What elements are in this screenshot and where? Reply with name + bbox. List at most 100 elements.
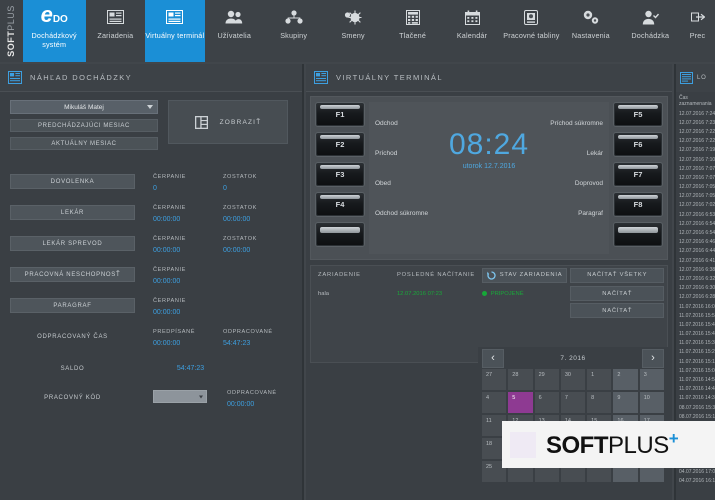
log-list-item[interactable]: 11.07.2016 16:02 — [676, 302, 715, 311]
calendar-day[interactable]: 4 — [482, 392, 506, 413]
calendar-day[interactable]: 10 — [640, 392, 664, 413]
read-all-button[interactable]: NAČÍTAŤ VŠETKY — [570, 268, 664, 283]
log-list-item[interactable]: 12.07.2016 6:28 — [676, 293, 715, 302]
log-list-item[interactable]: 12.07.2016 7:22 — [676, 127, 715, 136]
doctor-button[interactable]: LEKÁR — [10, 205, 135, 220]
calendar-day[interactable]: 5 — [508, 392, 532, 413]
log-list-item[interactable]: 12.07.2016 6:38 — [676, 265, 715, 274]
log-list-item[interactable]: 12.07.2016 6:30 — [676, 284, 715, 293]
calendar-day[interactable]: 7 — [561, 392, 585, 413]
log-list-item[interactable]: 11.07.2016 15:44 — [676, 320, 715, 329]
fkey-f3[interactable]: F3 — [315, 162, 365, 187]
nav-item-groups[interactable]: Skupiny — [264, 0, 323, 62]
calendar-day[interactable]: 2 — [613, 369, 637, 390]
log-list-item[interactable]: 12.07.2016 6:54 — [676, 219, 715, 228]
log-list-item[interactable]: 12.07.2016 6:54 — [676, 228, 715, 237]
fkey-blank-left[interactable] — [315, 222, 365, 247]
nav-item-devices[interactable]: Zariadenia — [86, 0, 145, 62]
log-list-item[interactable]: 11.07.2016 15:30 — [676, 339, 715, 348]
log-list-item[interactable]: 11.07.2016 14:32 — [676, 394, 715, 403]
log-list-item[interactable]: 12.07.2016 7:24 — [676, 109, 715, 118]
log-list-item[interactable]: 11.07.2016 15:41 — [676, 330, 715, 339]
vacation-button[interactable]: DOVOLENKA — [10, 174, 135, 189]
nav-item-virtual-terminal[interactable]: Virtuálny terminál — [145, 0, 204, 62]
nav-item-worksheets[interactable]: Pracovné tabliny — [502, 0, 561, 62]
doctor-escort-button[interactable]: LEKÁR SPREVOD — [10, 236, 135, 251]
nav-item-shifts[interactable]: Smeny — [323, 0, 382, 62]
log-list-item[interactable]: 12.07.2016 6:32 — [676, 274, 715, 283]
nav-item-attendance[interactable]: Dochádzka — [621, 0, 680, 62]
workcode-select[interactable] — [153, 390, 207, 403]
read-button-1[interactable]: NAČÍTAŤ — [570, 286, 664, 301]
fkey-f5[interactable]: F5 — [613, 102, 663, 127]
terminal-label-f3: Obed — [369, 168, 477, 198]
stat-row-worktime: ODPRACOVANÝ ČAS PREDPÍSANÉ 00:00:00 ODPR… — [10, 329, 292, 347]
calendar-day[interactable]: 9 — [613, 392, 637, 413]
log-list-item[interactable]: 11.07.2016 15:11 — [676, 357, 715, 366]
nav-item-print[interactable]: Tlačené — [383, 0, 442, 62]
log-list-item[interactable]: 04.07.2016 16:13 — [676, 477, 715, 486]
log-list-item[interactable]: 12.07.2016 6:53 — [676, 210, 715, 219]
worksheet-icon — [524, 6, 538, 28]
calendar-day[interactable]: 30 — [561, 369, 585, 390]
sick-leave-button[interactable]: PRACOVNÁ NESCHOPNOSŤ — [10, 267, 135, 282]
fkey-f2[interactable]: F2 — [315, 132, 365, 157]
log-list-item[interactable]: 12.07.2016 7:05 — [676, 192, 715, 201]
worktime-prescribed: PREDPÍSANÉ 00:00:00 — [153, 329, 223, 347]
nav-item-export[interactable]: Prec — [680, 0, 715, 62]
current-month-button[interactable]: AKTUÁLNY MESIAC — [10, 137, 158, 150]
prev-month-button[interactable]: PREDCHÁDZAJÚCI MESIAC — [10, 119, 158, 132]
fkey-f8[interactable]: F8 — [613, 192, 663, 217]
nav-item-settings[interactable]: Nastavenia — [561, 0, 620, 62]
log-list-item[interactable]: 11.07.2016 14:41 — [676, 385, 715, 394]
log-list-item[interactable]: 08.07.2016 15:36 — [676, 403, 715, 412]
calendar-day[interactable]: 6 — [535, 392, 559, 413]
log-list-item[interactable]: 12.07.2016 7:02 — [676, 201, 715, 210]
calendar-next-button[interactable]: › — [642, 349, 664, 368]
log-list-item[interactable]: 11.07.2016 14:54 — [676, 375, 715, 384]
fkey-blank-right[interactable] — [613, 222, 663, 247]
calendar-day[interactable]: 28 — [508, 369, 532, 390]
stat-row-sick-leave: PRACOVNÁ NESCHOPNOSŤ ČERPANIE 00:00:00 — [10, 267, 292, 285]
log-list-item[interactable]: 04.07.2016 17:02 — [676, 467, 715, 476]
device-status-button[interactable]: STAV ZARIADENIA — [482, 268, 568, 283]
show-button[interactable]: ZOBRAZIŤ — [168, 100, 288, 144]
log-list-item[interactable]: 12.07.2016 6:44 — [676, 247, 715, 256]
log-list-item[interactable]: 12.07.2016 6:46 — [676, 238, 715, 247]
log-list-item[interactable]: 12.07.2016 7:19 — [676, 146, 715, 155]
log-column-header: Čas zaznamenania — [676, 92, 715, 109]
vacation-rest: ZOSTATOK 0 — [223, 174, 293, 192]
log-list-item[interactable]: 12.07.2016 7:05 — [676, 183, 715, 192]
users-icon — [225, 6, 244, 28]
filter-controls: Mikuláš Matej PREDCHÁDZAJÚCI MESIAC AKTU… — [10, 100, 158, 150]
calendar-prev-button[interactable]: ‹ — [482, 349, 504, 368]
log-list-item[interactable]: 12.07.2016 6:41 — [676, 256, 715, 265]
log-list-item[interactable]: 12.07.2016 7:22 — [676, 137, 715, 146]
log-list-item[interactable]: 11.07.2016 15:58 — [676, 311, 715, 320]
user-select[interactable]: Mikuláš Matej — [10, 100, 158, 114]
log-list-item[interactable]: 12.07.2016 7:07 — [676, 173, 715, 182]
log-list-item[interactable]: 12.07.2016 7:10 — [676, 155, 715, 164]
paragraph-button[interactable]: PARAGRAF — [10, 298, 135, 313]
calendar-day[interactable]: 29 — [535, 369, 559, 390]
nav-item-attendance-system[interactable]: eDO Dochádzkový systém — [23, 0, 86, 62]
log-list-item[interactable]: 12.07.2016 7:07 — [676, 164, 715, 173]
calendar-day[interactable]: 8 — [587, 392, 611, 413]
attendance-preview-panel: NÁHĽAD DOCHÁDZKY Mikuláš Matej PREDCHÁDZ… — [0, 64, 304, 500]
fkey-f6[interactable]: F6 — [613, 132, 663, 157]
fkey-f4[interactable]: F4 — [315, 192, 365, 217]
saldo-row: SALDO 54:47:23 — [10, 361, 292, 376]
nav-item-users[interactable]: Užívatelia — [205, 0, 264, 62]
log-list-item[interactable]: 11.07.2016 15:22 — [676, 348, 715, 357]
log-list-item[interactable]: 11.07.2016 15:02 — [676, 366, 715, 375]
calendar-day[interactable]: 27 — [482, 369, 506, 390]
fkey-f1[interactable]: F1 — [315, 102, 365, 127]
log-list-item[interactable]: 08.07.2016 15:14 — [676, 412, 715, 421]
calendar-day[interactable]: 1 — [587, 369, 611, 390]
device-status-label: STAV ZARIADENIA — [500, 272, 563, 278]
log-list-item[interactable]: 12.07.2016 7:23 — [676, 118, 715, 127]
calendar-day[interactable]: 3 — [640, 369, 664, 390]
read-button-2[interactable]: NAČÍTAŤ — [570, 303, 664, 318]
fkey-f7[interactable]: F7 — [613, 162, 663, 187]
nav-item-calendar[interactable]: Kalendár — [442, 0, 501, 62]
